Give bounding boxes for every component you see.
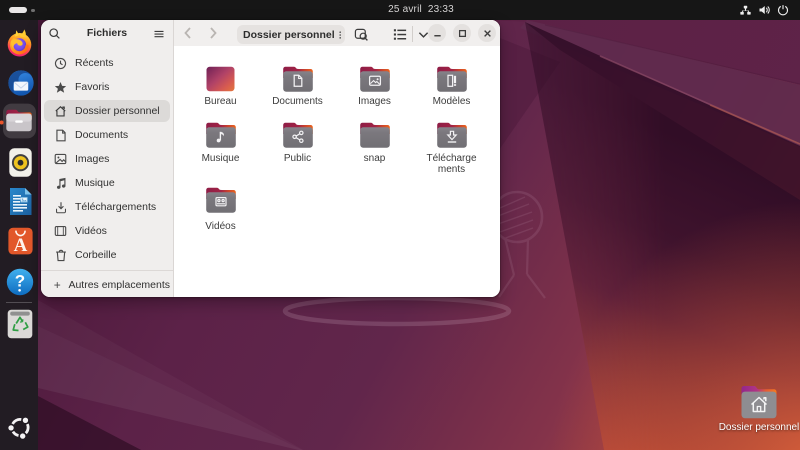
svg-text:A: A: [14, 235, 28, 255]
svg-text:?: ?: [15, 272, 25, 291]
